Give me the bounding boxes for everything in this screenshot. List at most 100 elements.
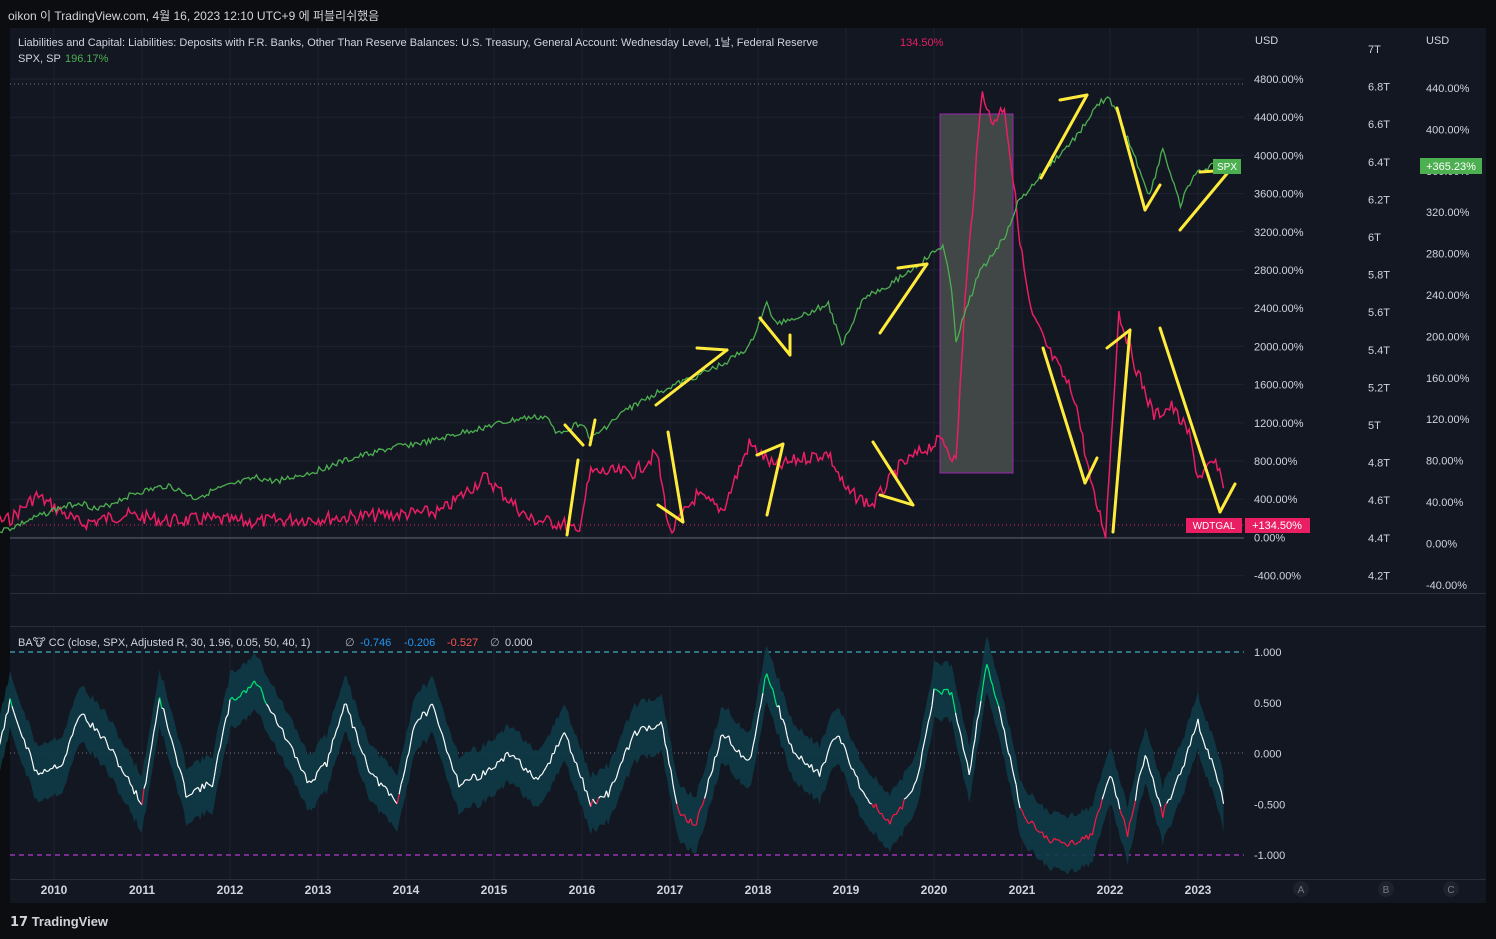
- right-axis-tick: 200.00%: [1426, 331, 1470, 343]
- cc-line-segment: [466, 779, 470, 781]
- cc-axis-tick: -1.000: [1254, 850, 1285, 862]
- cc-line-segment: [780, 718, 784, 721]
- cc-line-segment: [642, 725, 646, 728]
- right-axis-tick: 400.00%: [1426, 124, 1470, 136]
- right-axis-tick: 80.00%: [1426, 456, 1464, 468]
- cc-line-segment: [933, 688, 937, 691]
- cc-line-segment: [833, 738, 836, 741]
- year-tick: 2014: [393, 883, 420, 897]
- cc-line-segment: [493, 766, 496, 769]
- right-axis-tick: 440.00%: [1426, 83, 1470, 95]
- pct-axis-currency: USD: [1255, 35, 1278, 47]
- spx-line[interactable]: [0, 96, 1224, 540]
- annotation-arrow-stroke: [654, 348, 729, 407]
- main-gridlines: [10, 28, 1244, 593]
- annotation-arrow-stroke: [896, 262, 929, 270]
- cc-line-segment: [237, 696, 241, 699]
- t-axis-tick: 6.8T: [1368, 82, 1390, 94]
- indicator-empty-symbol: ∅: [345, 637, 355, 649]
- right-axis-tick: 240.00%: [1426, 290, 1470, 302]
- t-axis-tick: 4.8T: [1368, 458, 1390, 470]
- t-axis-tick: 5.4T: [1368, 345, 1390, 357]
- annotation-arrow-stroke: [588, 418, 597, 447]
- cc-line-segment: [320, 765, 324, 767]
- year-tick: 2012: [217, 883, 244, 897]
- cc-line-segment: [600, 795, 603, 798]
- cc-line-segment: [472, 773, 476, 776]
- pct-axis-tick: -400.00%: [1254, 571, 1301, 583]
- right-axis-tick: -40.00%: [1426, 580, 1467, 592]
- cc-line-segment: [869, 802, 872, 805]
- pct-axis-tick: 4800.00%: [1254, 74, 1304, 86]
- wdtgal-line[interactable]: [0, 91, 1225, 539]
- t-axis-tick: 5.8T: [1368, 270, 1390, 282]
- t-axis-tick: 4.2T: [1368, 570, 1390, 582]
- t-axis-tick: 7T: [1368, 44, 1381, 56]
- footer-bar: 𝟭𝟳 TradingView: [0, 906, 1496, 939]
- year-axis[interactable]: 2010 2011 2012 2013 2014 2015 2016 2017 2018 2019…: [41, 883, 1212, 897]
- annotation-arrow-stroke: [1143, 183, 1162, 212]
- indicator-v3: -0.527: [447, 637, 478, 649]
- annotation-arrow-stroke: [563, 423, 585, 447]
- right-axis-currency: USD: [1426, 35, 1449, 47]
- indicator-empty-symbol-2: ∅: [490, 637, 500, 649]
- cc-line-segment: [1078, 841, 1081, 843]
- cc-line-segment: [161, 707, 164, 710]
- cc-axis-tick: -0.500: [1254, 799, 1285, 811]
- indicator-v4: 0.000: [505, 637, 533, 649]
- pct-axis-tick: 2800.00%: [1254, 265, 1304, 277]
- annotation-arrow-stroke: [878, 262, 929, 335]
- pct-axis-tick: 800.00%: [1254, 456, 1298, 468]
- main-series-title[interactable]: Liabilities and Capital: Liabilities: De…: [18, 36, 818, 49]
- cc-axis-tick: 1.000: [1254, 647, 1282, 659]
- pct-axis-tick: 0.00%: [1254, 532, 1285, 544]
- annotation-arrow-stroke: [1039, 93, 1089, 180]
- t-axis-tick: 4.4T: [1368, 533, 1390, 545]
- wdtgal-value-text: +134.50%: [1252, 520, 1302, 532]
- t-axis[interactable]: 7T 6.8T 6.6T 6.4T 6.2T 6T 5.8T 5.6T 5.4T 5.2T 5T 4.…: [1368, 44, 1390, 582]
- wdtgal-badge-label: WDTGAL: [1193, 521, 1236, 532]
- year-tick: 2021: [1009, 883, 1036, 897]
- annotation-arrows: [563, 93, 1237, 537]
- t-axis-tick: 6.2T: [1368, 194, 1390, 206]
- annotation-arrow-stroke: [1115, 106, 1147, 212]
- main-series-group: [0, 91, 1225, 540]
- cc-line-segment: [189, 793, 193, 796]
- scale-buttons[interactable]: A B C: [1293, 881, 1459, 897]
- cc-line-segment: [476, 779, 480, 781]
- t-axis-tick: 6.6T: [1368, 119, 1390, 131]
- cc-line-segment: [517, 758, 520, 761]
- pct-axis-tick: 3600.00%: [1254, 189, 1304, 201]
- indicator-title[interactable]: BA🐮 CC (close, SPX, Adjusted R, 30, 1.96…: [18, 636, 310, 649]
- pct-axis[interactable]: 4800.00% 4400.00% 4000.00% 3600.00% 3200.00%…: [1254, 74, 1304, 583]
- cc-line-segment: [612, 781, 615, 784]
- year-tick: 2018: [745, 883, 772, 897]
- compare-series-title[interactable]: SPX, SP: [18, 53, 61, 65]
- year-tick: 2015: [481, 883, 508, 897]
- t-axis-tick: 5T: [1368, 420, 1381, 432]
- annotation-arrow-stroke: [565, 458, 580, 537]
- cc-line-segment: [851, 768, 854, 771]
- annotation-arrow-stroke: [1178, 168, 1232, 232]
- highlight-box[interactable]: [939, 113, 1014, 474]
- tradingview-logo[interactable]: 𝟭𝟳 TradingView: [10, 914, 108, 930]
- pct-axis-tick: 1600.00%: [1254, 380, 1304, 392]
- year-tick: 2010: [41, 883, 68, 897]
- t-axis-tick: 5.6T: [1368, 307, 1390, 319]
- year-tick: 2017: [657, 883, 684, 897]
- cc-line-segment: [640, 725, 644, 728]
- year-tick: 2019: [833, 883, 860, 897]
- right-axis-tick: 40.00%: [1426, 497, 1464, 509]
- cc-line-segment: [46, 770, 49, 773]
- cc-line-segment: [788, 742, 792, 745]
- cc-axis[interactable]: 1.000 0.500 0.000 -0.500 -1.000: [1254, 647, 1285, 862]
- annotation-arrow-stroke: [755, 442, 785, 457]
- annotation-arrow-stroke: [695, 346, 729, 352]
- annotation-arrow-stroke: [765, 442, 785, 517]
- t-axis-tick: 4.6T: [1368, 495, 1390, 507]
- chart-overlay: Liabilities and Capital: Liabilities: De…: [0, 28, 1482, 897]
- spx-value-text: +365.23%: [1426, 161, 1476, 173]
- main-series-value: 134.50%: [900, 37, 944, 49]
- compare-series-value: 196.17%: [65, 53, 109, 65]
- pct-axis-tick: 3200.00%: [1254, 227, 1304, 239]
